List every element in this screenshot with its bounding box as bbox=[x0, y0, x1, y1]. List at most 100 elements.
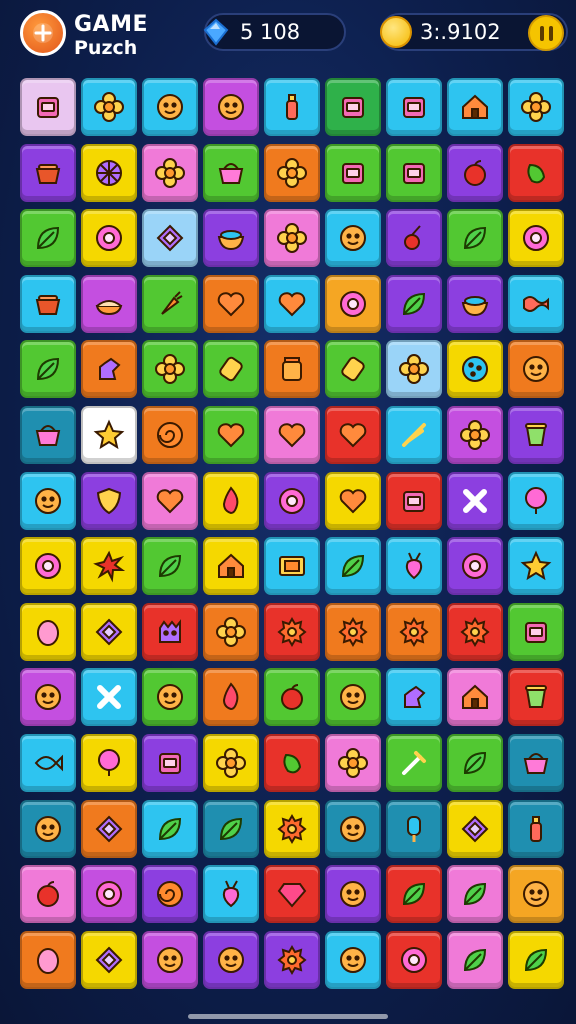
game-tile[interactable] bbox=[142, 668, 198, 727]
game-tile[interactable] bbox=[325, 471, 381, 530]
game-tile[interactable] bbox=[447, 799, 503, 858]
game-tile[interactable] bbox=[386, 602, 442, 661]
game-tile[interactable] bbox=[142, 734, 198, 792]
game-tile[interactable] bbox=[386, 734, 442, 792]
game-tile[interactable] bbox=[447, 78, 503, 136]
game-tile[interactable] bbox=[203, 471, 259, 530]
game-tile[interactable] bbox=[20, 406, 76, 464]
game-tile[interactable] bbox=[508, 668, 564, 727]
game-tile[interactable] bbox=[386, 209, 442, 268]
game-tile[interactable] bbox=[386, 340, 442, 399]
game-tile[interactable] bbox=[20, 602, 76, 661]
game-tile[interactable] bbox=[508, 406, 564, 464]
game-tile[interactable] bbox=[325, 734, 381, 792]
game-tile[interactable] bbox=[508, 471, 564, 530]
game-tile[interactable] bbox=[325, 274, 381, 333]
game-tile[interactable] bbox=[447, 865, 503, 924]
game-tile[interactable] bbox=[81, 143, 137, 202]
game-tile[interactable] bbox=[386, 406, 442, 464]
game-tile[interactable] bbox=[508, 930, 564, 989]
game-tile[interactable] bbox=[203, 799, 259, 858]
game-tile[interactable] bbox=[203, 143, 259, 202]
game-tile[interactable] bbox=[386, 668, 442, 727]
game-tile[interactable] bbox=[81, 668, 137, 727]
home-indicator[interactable] bbox=[188, 1014, 388, 1019]
game-tile[interactable] bbox=[142, 78, 198, 136]
game-tile[interactable] bbox=[508, 274, 564, 333]
game-tile[interactable] bbox=[386, 537, 442, 596]
game-tile[interactable] bbox=[386, 274, 442, 333]
game-tile[interactable] bbox=[142, 602, 198, 661]
game-tile[interactable] bbox=[325, 799, 381, 858]
game-tile[interactable] bbox=[264, 143, 320, 202]
game-tile[interactable] bbox=[142, 471, 198, 530]
game-tile[interactable] bbox=[386, 143, 442, 202]
game-tile[interactable] bbox=[20, 668, 76, 727]
game-tile[interactable] bbox=[325, 209, 381, 268]
game-tile[interactable] bbox=[81, 799, 137, 858]
game-tile[interactable] bbox=[81, 209, 137, 268]
game-tile[interactable] bbox=[325, 865, 381, 924]
game-tile[interactable] bbox=[447, 602, 503, 661]
game-tile[interactable] bbox=[264, 865, 320, 924]
game-tile[interactable] bbox=[20, 143, 76, 202]
game-tile[interactable] bbox=[447, 143, 503, 202]
game-tile[interactable] bbox=[508, 340, 564, 399]
game-tile[interactable] bbox=[325, 143, 381, 202]
game-tile[interactable] bbox=[81, 537, 137, 596]
game-tile[interactable] bbox=[325, 537, 381, 596]
game-tile[interactable] bbox=[447, 734, 503, 792]
game-tile[interactable] bbox=[508, 143, 564, 202]
game-tile[interactable] bbox=[447, 668, 503, 727]
game-tile[interactable] bbox=[386, 930, 442, 989]
game-tile[interactable] bbox=[203, 78, 259, 136]
game-tile[interactable] bbox=[142, 930, 198, 989]
game-tile[interactable] bbox=[447, 930, 503, 989]
game-tile[interactable] bbox=[386, 799, 442, 858]
game-tile[interactable] bbox=[325, 930, 381, 989]
game-tile[interactable] bbox=[20, 274, 76, 333]
game-tile[interactable] bbox=[142, 209, 198, 268]
game-tile[interactable] bbox=[20, 865, 76, 924]
game-tile[interactable] bbox=[20, 340, 76, 399]
game-tile[interactable] bbox=[264, 668, 320, 727]
game-tile[interactable] bbox=[264, 602, 320, 661]
game-tile[interactable] bbox=[20, 799, 76, 858]
game-tile[interactable] bbox=[81, 602, 137, 661]
game-tile[interactable] bbox=[20, 537, 76, 596]
game-tile[interactable] bbox=[203, 209, 259, 268]
game-tile[interactable] bbox=[264, 340, 320, 399]
game-tile[interactable] bbox=[81, 471, 137, 530]
game-tile[interactable] bbox=[386, 78, 442, 136]
game-tile[interactable] bbox=[142, 274, 198, 333]
game-tile[interactable] bbox=[203, 274, 259, 333]
game-tile[interactable] bbox=[508, 602, 564, 661]
gem-counter[interactable]: 5 108 bbox=[203, 13, 346, 51]
game-tile[interactable] bbox=[20, 78, 76, 136]
game-tile[interactable] bbox=[264, 78, 320, 136]
game-tile[interactable] bbox=[386, 471, 442, 530]
game-tile[interactable] bbox=[264, 537, 320, 596]
game-tile[interactable] bbox=[81, 930, 137, 989]
game-tile[interactable] bbox=[203, 930, 259, 989]
game-tile[interactable] bbox=[81, 78, 137, 136]
game-tile[interactable] bbox=[142, 340, 198, 399]
game-tile[interactable] bbox=[264, 406, 320, 464]
game-tile[interactable] bbox=[203, 668, 259, 727]
game-tile[interactable] bbox=[142, 865, 198, 924]
game-tile[interactable] bbox=[81, 734, 137, 792]
game-tile[interactable] bbox=[447, 406, 503, 464]
game-tile[interactable] bbox=[81, 340, 137, 399]
game-tile[interactable] bbox=[142, 143, 198, 202]
game-tile[interactable] bbox=[447, 274, 503, 333]
game-tile[interactable] bbox=[20, 209, 76, 268]
game-tile[interactable] bbox=[508, 799, 564, 858]
game-tile[interactable] bbox=[20, 930, 76, 989]
game-tile[interactable] bbox=[508, 537, 564, 596]
game-tile[interactable] bbox=[508, 209, 564, 268]
game-tile[interactable] bbox=[264, 209, 320, 268]
game-tile[interactable] bbox=[20, 471, 76, 530]
game-tile[interactable] bbox=[508, 734, 564, 792]
game-tile[interactable] bbox=[203, 537, 259, 596]
game-tile[interactable] bbox=[142, 537, 198, 596]
